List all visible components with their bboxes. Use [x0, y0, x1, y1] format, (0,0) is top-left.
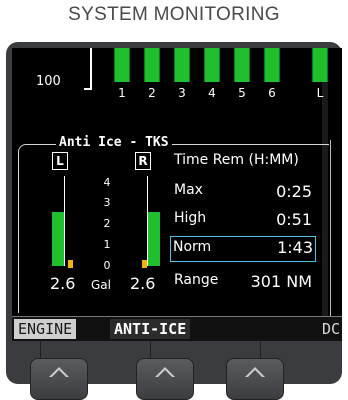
- time-row-label: Norm: [173, 239, 212, 255]
- cylinder-bar-1: [114, 48, 130, 82]
- anti-ice-title: Anti Ice - TKS: [56, 135, 172, 150]
- right-tank-quantity: 2.6: [130, 274, 156, 293]
- cylinder-label: L: [316, 86, 324, 100]
- tank-unit-label: Gal: [91, 278, 111, 292]
- left-tank-level: [52, 212, 64, 266]
- cylinder-bar-2: [144, 48, 160, 82]
- cylinder-label: 1: [118, 86, 126, 100]
- cylinder-bar-l: [312, 48, 328, 82]
- left-tank-tag: L: [52, 152, 68, 170]
- right-tank-tag: R: [135, 152, 151, 170]
- time-remaining-header-label: Time Rem (H:MM): [174, 152, 299, 168]
- left-tank-quantity: 2.6: [50, 274, 76, 293]
- tank-scale-label: 4: [103, 176, 111, 189]
- bezel-softkey-button-2[interactable]: [136, 358, 194, 400]
- right-low-caution-mark: [142, 260, 147, 268]
- tank-scale-label: 2: [103, 217, 111, 230]
- softkey-anti-ice[interactable]: ANTI-ICE: [110, 319, 191, 339]
- time-row-label: Range: [174, 272, 219, 288]
- left-tank-gauge: [52, 176, 65, 266]
- left-low-caution-mark: [68, 260, 73, 268]
- cylinder-bar-6: [264, 48, 280, 82]
- time-row-label: High: [174, 210, 207, 226]
- time-row-value: 301 NM: [250, 272, 312, 291]
- chevron-up-icon-inner: [52, 370, 66, 377]
- time-row-value: 1:43: [277, 238, 313, 257]
- cylinder-label: 6: [268, 86, 276, 100]
- tank-scale-label: 0: [103, 259, 111, 272]
- figure-caption: SYSTEM MONITORING: [68, 4, 280, 25]
- time-row-max: Max 0:25: [172, 182, 314, 202]
- time-remaining-header: Time Rem (H:MM): [172, 152, 314, 172]
- adjacent-panel-frame: [330, 140, 337, 316]
- tank-scale-label: 3: [103, 196, 111, 209]
- bezel-softkey-button-1[interactable]: [30, 358, 88, 400]
- time-row-value: 0:51: [276, 210, 312, 229]
- time-row-range: Range 301 NM: [172, 272, 314, 292]
- right-tank-gauge: [147, 176, 160, 266]
- engine-scale-label: 100: [36, 74, 61, 89]
- cylinder-bar-3: [174, 48, 190, 82]
- softkey-dc[interactable]: DC: [318, 319, 344, 339]
- cylinder-label: 5: [238, 86, 246, 100]
- tank-scale-label: 1: [103, 238, 111, 251]
- cylinder-bar-4: [204, 48, 220, 82]
- cylinder-label: 3: [178, 86, 186, 100]
- engine-scale-axis: [84, 48, 92, 90]
- time-row-label: Max: [174, 182, 203, 198]
- chevron-up-icon-inner: [248, 370, 262, 377]
- time-row-norm[interactable]: Norm 1:43: [170, 236, 316, 262]
- cylinder-label: 4: [208, 86, 216, 100]
- cylinder-label: 2: [148, 86, 156, 100]
- time-row-value: 0:25: [276, 182, 312, 201]
- cylinder-bar-5: [234, 48, 250, 82]
- right-tank-level: [148, 212, 160, 266]
- chevron-up-icon-inner: [158, 370, 172, 377]
- time-row-high: High 0:51: [172, 210, 314, 230]
- softkey-engine[interactable]: ENGINE: [14, 319, 77, 339]
- bezel-softkey-button-3[interactable]: [226, 358, 284, 400]
- softkey-bar: ENGINE ANTI-ICE DC: [12, 316, 342, 341]
